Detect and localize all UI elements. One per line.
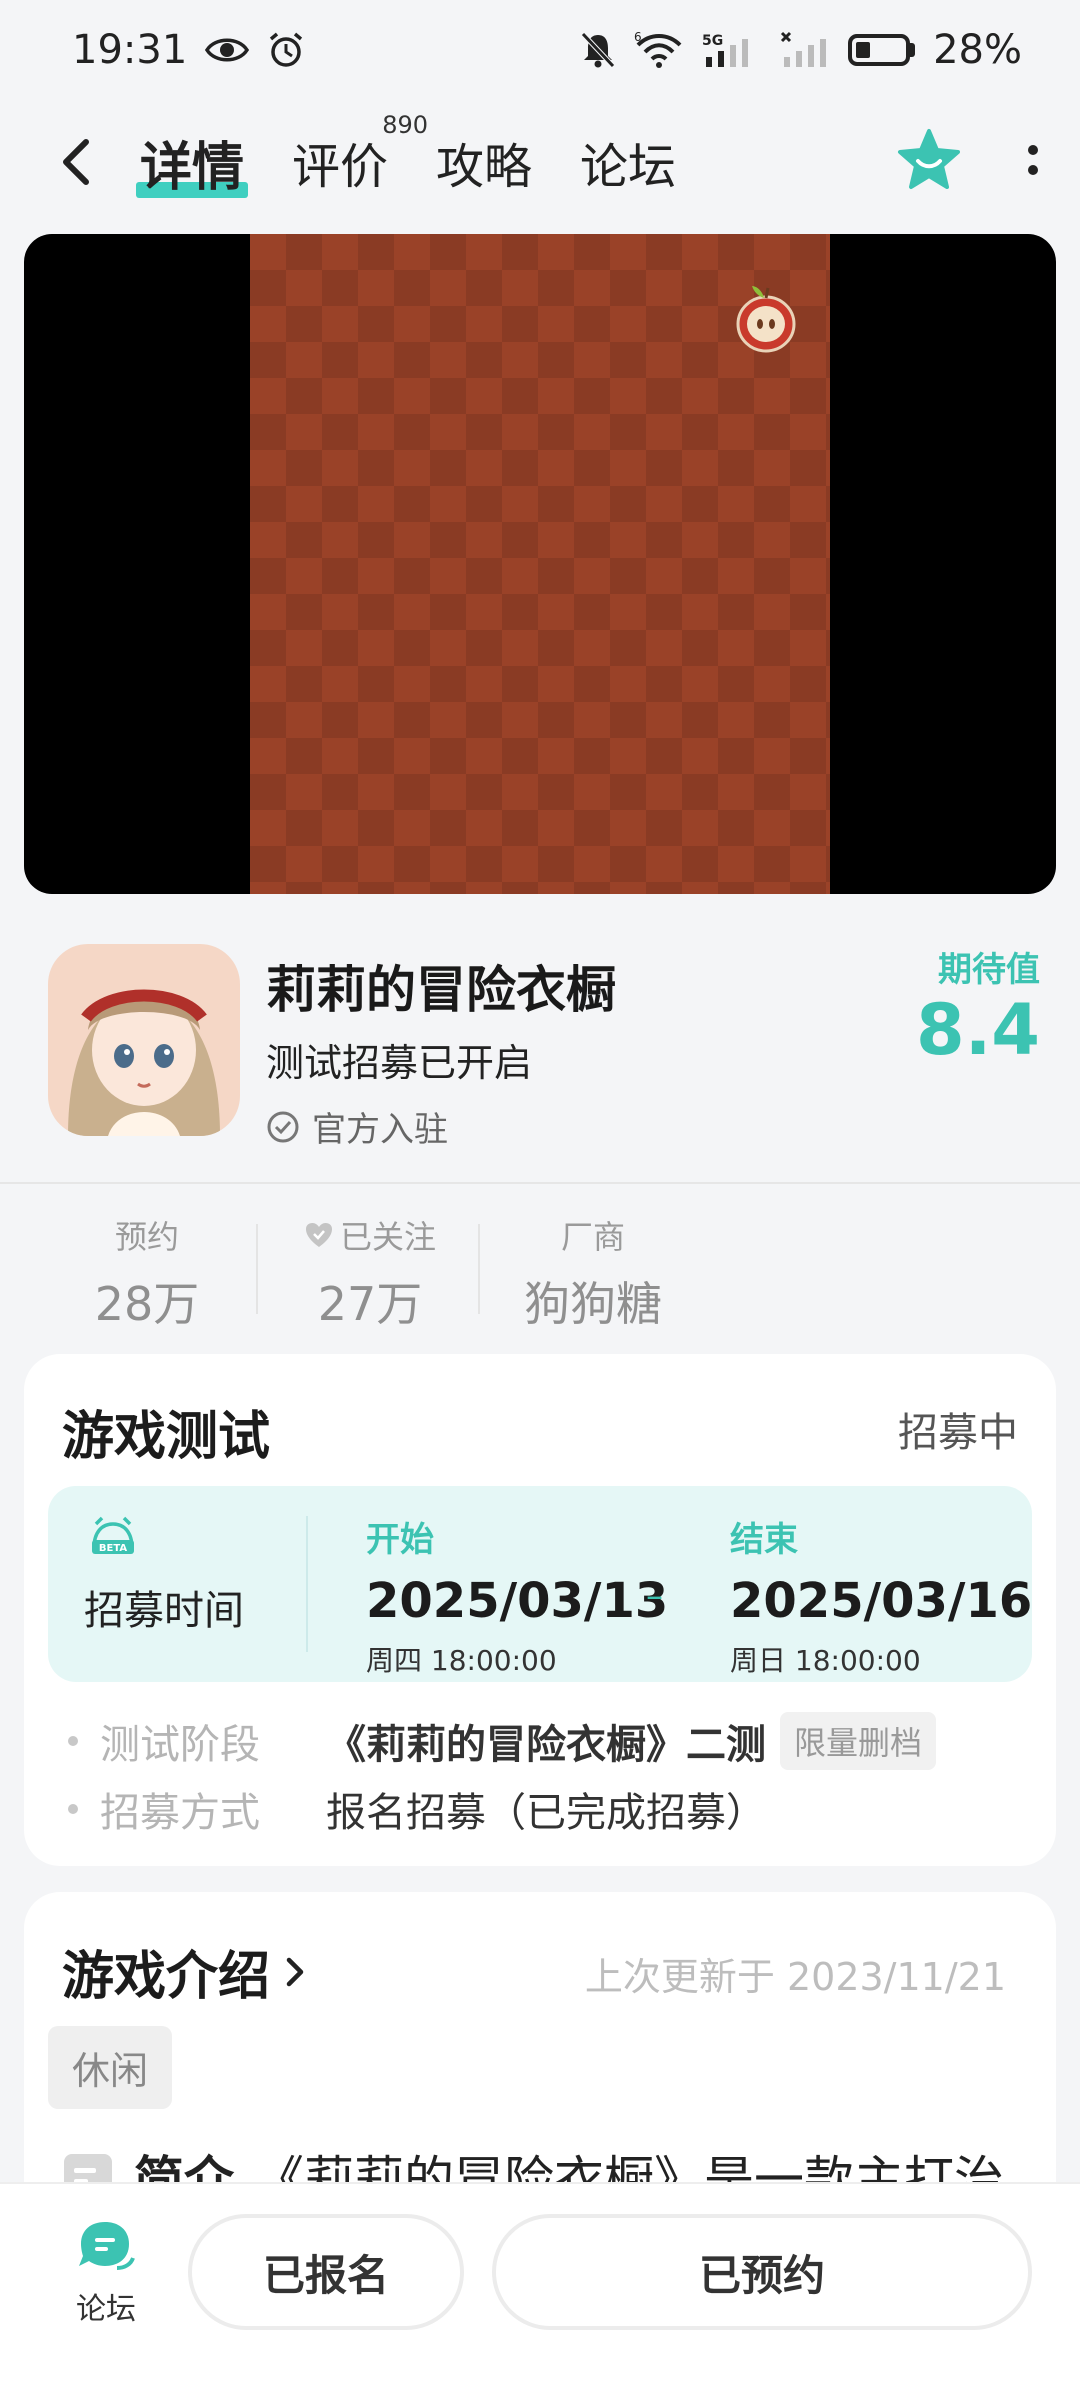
signal-5g-icon: 5G — [702, 31, 762, 69]
battery-percent: 28% — [933, 27, 1022, 73]
stat-followers-label: 已关注 — [339, 1218, 436, 1256]
more-options-button[interactable] — [1026, 138, 1040, 186]
signed-up-button[interactable]: 已报名 — [188, 2214, 464, 2330]
beta-clock-icon: BETA — [88, 1510, 138, 1562]
signal-label: 5G — [702, 33, 723, 49]
end-time-value: 周日 18:00:00 — [730, 1644, 921, 1677]
check-circle-icon — [267, 1111, 299, 1142]
start-date-value: 2025/03/13 — [366, 1573, 669, 1629]
stat-value: 28万 — [94, 1277, 200, 1331]
stat-divider — [256, 1224, 258, 1314]
stat-reservations[interactable]: 预约 28万 — [82, 1212, 212, 1334]
end-label: 结束 — [730, 1520, 798, 1560]
test-stage-row: 测试阶段 《莉莉的冒险衣橱》二测 限量删档 — [68, 1712, 937, 1770]
tab-list: 详情 评价 890 攻略 论坛 — [135, 111, 896, 200]
back-button[interactable] — [58, 132, 102, 192]
game-intro-link[interactable]: 游戏介绍 — [62, 1934, 306, 2009]
stat-value: 狗狗糖 — [524, 1277, 662, 1331]
recruit-time-box: BETA 招募时间 开始 2025/03/13 周四 18:00:00 – 结束… — [48, 1486, 1032, 1682]
game-avatar — [48, 944, 240, 1136]
stat-developer[interactable]: 厂商 狗狗糖 — [508, 1212, 678, 1334]
heart-check-icon — [305, 1223, 332, 1247]
divider — [0, 1182, 1080, 1184]
start-time-value: 周四 18:00:00 — [366, 1644, 557, 1677]
mute-bell-icon — [580, 31, 616, 69]
game-title: 莉莉的冒险衣橱 — [266, 961, 616, 1019]
game-test-title: 游戏测试 — [62, 1407, 271, 1467]
top-nav: 详情 评价 890 攻略 论坛 — [0, 110, 1080, 214]
star-check-icon — [898, 129, 960, 189]
test-stage-label: 测试阶段 — [100, 1722, 260, 1768]
expect-label: 期待值 — [938, 950, 1040, 990]
eye-icon — [205, 35, 250, 65]
tab-forum[interactable]: 论坛 — [580, 127, 676, 197]
expect-value: 8.4 — [915, 989, 1040, 1071]
game-intro-title: 游戏介绍 — [62, 1947, 271, 2007]
stat-label: 预约 — [114, 1218, 179, 1256]
stat-followers[interactable]: 已关注 27万 — [290, 1212, 450, 1334]
expect-score: 期待值 8.4 — [916, 942, 1040, 1065]
last-updated: 上次更新于 2023/11/21 — [584, 1955, 1006, 1999]
test-stage-value: 《莉莉的冒险衣橱》二测 — [326, 1722, 766, 1768]
recruit-method-label: 招募方式 — [100, 1790, 260, 1836]
reserved-button[interactable]: 已预约 — [492, 2214, 1032, 2330]
forum-label: 论坛 — [76, 2292, 136, 2327]
bottom-action-bar: 论坛 已报名 已预约 — [0, 2182, 1080, 2402]
recruit-time-label: 招募时间 — [84, 1588, 244, 1634]
end-date: 结束 2025/03/16 周日 18:00:00 — [730, 1512, 1032, 1679]
stat-label: 厂商 — [560, 1218, 625, 1256]
follow-star-button[interactable] — [896, 128, 962, 196]
wifi-label: 6 — [634, 31, 642, 44]
forum-chat-icon — [79, 2222, 135, 2270]
stat-value: 27万 — [317, 1277, 423, 1331]
stat-divider — [478, 1224, 480, 1314]
date-range-dash: – — [646, 1576, 663, 1616]
chevron-right-icon — [286, 1957, 304, 1986]
alarm-icon — [267, 31, 305, 69]
status-time: 19:31 — [72, 27, 188, 73]
test-stage-tag: 限量删档 — [780, 1712, 937, 1770]
chevron-left-icon — [63, 139, 89, 185]
bullet-dot — [68, 1804, 78, 1814]
tab-details[interactable]: 详情 — [135, 125, 249, 200]
more-vertical-icon — [1028, 145, 1038, 175]
battery-icon — [848, 34, 916, 66]
status-bar: 19:31 6 5G 28% — [0, 0, 1080, 100]
media-viewer[interactable] — [24, 234, 1056, 894]
stat-label: 已关注 — [290, 1212, 450, 1258]
game-test-card: 游戏测试 招募中 BETA 招募时间 开始 2025/03/13 周四 18:0… — [24, 1354, 1056, 1866]
official-label: 官方入驻 — [312, 1110, 448, 1150]
wifi-icon: 6 — [634, 31, 684, 69]
apple-icon — [734, 280, 798, 358]
game-subtitle: 测试招募已开启 — [266, 1041, 533, 1085]
start-label: 开始 — [366, 1520, 434, 1560]
game-info: 莉莉的冒险衣橱 测试招募已开启 官方入驻 期待值 8.4 — [0, 920, 1080, 1180]
forum-button[interactable]: 论坛 — [62, 2218, 150, 2328]
genre-tag[interactable]: 休闲 — [48, 2026, 173, 2109]
recruit-method-row: 招募方式 报名招募（已完成招募） — [68, 1780, 766, 1838]
tab-guides[interactable]: 攻略 — [436, 127, 532, 197]
bullet-dot — [68, 1736, 78, 1746]
official-badge: 官方入驻 — [266, 1102, 448, 1151]
start-date: 开始 2025/03/13 周四 18:00:00 — [366, 1512, 668, 1679]
signal-no-sim-icon — [780, 31, 830, 69]
recruit-divider — [306, 1516, 308, 1652]
end-date-value: 2025/03/16 — [730, 1573, 1033, 1629]
review-count-badge: 890 — [382, 111, 429, 139]
recruit-status: 招募中 — [898, 1410, 1018, 1456]
recruit-method-value: 报名招募（已完成招募） — [326, 1790, 766, 1836]
tab-reviews[interactable]: 评价 890 — [292, 111, 428, 197]
stats-row: 预约 28万 已关注 27万 厂商 狗狗糖 — [0, 1202, 1080, 1331]
tab-reviews-label: 评价 — [292, 139, 389, 195]
beta-label: BETA — [99, 1543, 127, 1554]
